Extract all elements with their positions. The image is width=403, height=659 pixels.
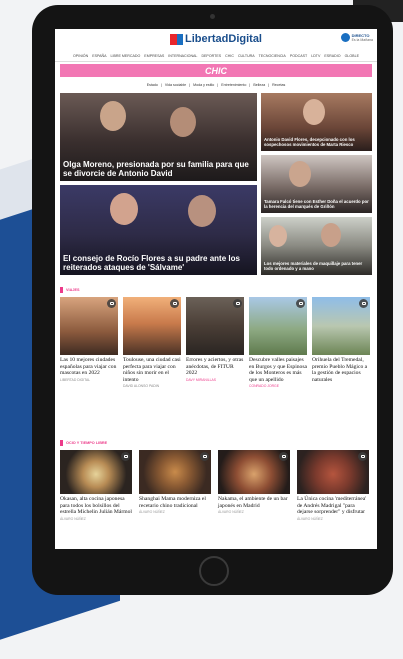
logo-text: LibertadDigital [184,33,262,45]
nav-item-espana[interactable]: España [92,52,106,61]
hero-main-story[interactable]: Olga Moreno, presionada por su familia p… [60,93,257,181]
camera-icon [296,299,305,308]
ocio-heading[interactable]: OCIO Y TIEMPO LIBRE [60,439,107,446]
play-icon [340,33,350,42]
hero-side-headline-1: Antonio David Flores, decepcionado con l… [264,137,355,148]
viajes-card-3[interactable]: Errores y aciertos, y otras anécdotas, d… [186,297,244,382]
ocio-image-1 [60,450,132,494]
nav-item-libre-mercado[interactable]: Libre Mercado [111,52,141,61]
ocio-image-3 [218,450,290,494]
ocio-image-2 [139,450,211,494]
nav-item-opinion[interactable]: Opinión [73,52,88,61]
nav-item-chic[interactable]: Chic [225,52,234,61]
camera-icon [200,452,209,461]
hero-side-headline-2: Tamara Falcó tiene con Esther Doña el ac… [264,199,369,210]
tablet-screen: LibertadDigital DIRECTO Es la Mañana Opi… [55,29,377,549]
subnav-item-moda[interactable]: Moda y estilo [193,81,214,89]
nav-item-ldtv[interactable]: LDTV [311,52,320,61]
nav-item-deportes[interactable]: Deportes [201,52,221,61]
viajes-image-5 [312,297,370,355]
nav-item-podcast[interactable]: Podcast [290,52,307,61]
live-radio-button[interactable]: DIRECTO Es la Mañana [340,33,373,42]
hero-main-image [100,101,126,131]
hero-side-story-2[interactable]: Tamara Falcó tiene con Esther Doña el ac… [261,155,372,213]
hero-side-story-3[interactable]: Los mejores materiales de maquillaje par… [261,217,372,275]
subnav-item-belleza[interactable]: Belleza [253,81,265,89]
camera-icon [233,299,242,308]
hero-side-story-1[interactable]: Antonio David Flores, decepcionado con l… [261,93,372,151]
subnav-item-vida-sociable[interactable]: Vida sociable [165,81,186,89]
viajes-card-1[interactable]: Las 10 mejores ciudades españolas para v… [60,297,118,382]
viajes-heading[interactable]: VIAJES [60,286,80,293]
site-header: LibertadDigital DIRECTO Es la Mañana [55,29,377,49]
main-nav: Opinión España Libre Mercado Empresas In… [55,52,377,62]
nav-item-esradio[interactable]: Esradio [324,52,340,61]
subnav-item-entretenimiento[interactable]: Entretenimiento [221,81,246,89]
ocio-card-4[interactable]: La Única cocina 'mediterránea' de Andrés… [297,450,369,521]
camera-icon [358,452,367,461]
viajes-card-2[interactable]: Toulouse, una ciudad casi perfecta para … [123,297,181,388]
viajes-card-4[interactable]: Descubre valles paisajes en Burgos y que… [249,297,307,388]
nav-item-empresas[interactable]: Empresas [144,52,164,61]
site-logo[interactable]: LibertadDigital [169,33,262,45]
viajes-image-3 [186,297,244,355]
hero-main-headline: Olga Moreno, presionada por su familia p… [63,159,249,178]
viajes-image-4 [249,297,307,355]
nav-item-globle[interactable]: Globle [345,52,359,61]
hero-bottom-story[interactable]: El consejo de Rocío Flores a su padre an… [60,185,257,275]
nav-item-tecnociencia[interactable]: Tecnociencia [259,52,286,61]
viajes-card-5[interactable]: Orihuela del Tremedal, premio Pueblo Mág… [312,297,370,383]
home-button[interactable] [199,556,229,586]
camera-icon [107,299,116,308]
viajes-image-1 [60,297,118,355]
nav-item-internacional[interactable]: Internacional [168,52,197,61]
section-subnav: Estado | Vida sociable | Moda y estilo | En… [146,81,286,89]
subnav-item-estado[interactable]: Estado [147,81,158,89]
section-title: CHIC [205,65,227,76]
camera-icon [279,452,288,461]
hero-bottom-headline: El consejo de Rocío Flores a su padre an… [63,253,240,272]
live-sublabel: Es la Mañana [351,37,373,42]
section-banner[interactable]: CHIC [60,64,372,77]
camera-icon [210,14,215,19]
ocio-image-4 [297,450,369,494]
ocio-card-2[interactable]: Shanghai Mama moderniza el recetario chi… [139,450,211,514]
ocio-card-3[interactable]: Nakama, el ambiente de un bar japonés en… [218,450,290,514]
subnav-item-recetas[interactable]: Recetas [272,81,285,89]
ocio-card-1[interactable]: Okasan, alta cocina japonesa para todos … [60,450,132,521]
camera-icon [170,299,179,308]
nav-item-cultura[interactable]: Cultura [238,52,255,61]
camera-icon [359,299,368,308]
camera-icon [121,452,130,461]
hero-side-headline-3: Los mejores materiales de maquillaje par… [264,261,363,272]
logo-mark-icon [169,33,183,45]
viajes-image-2 [123,297,181,355]
tablet-device: LibertadDigital DIRECTO Es la Mañana Opi… [32,5,393,595]
